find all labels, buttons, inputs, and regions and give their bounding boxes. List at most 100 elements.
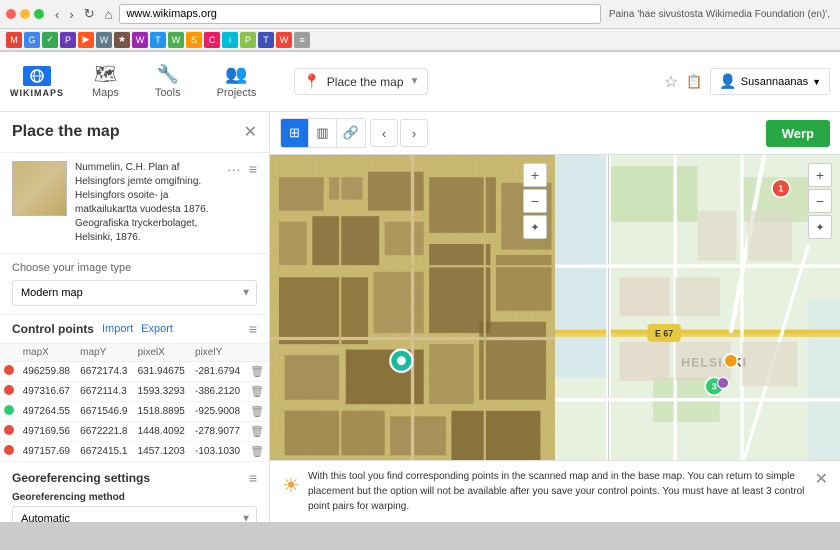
cp-mapx: 497157.69	[19, 442, 76, 462]
home-button[interactable]: ⌂	[102, 6, 116, 23]
projects-icon: 👥	[225, 64, 247, 85]
maximize-traffic-light[interactable]	[34, 9, 44, 19]
cp-mapx: 496259.88	[19, 362, 76, 382]
header-center: 📍 Place the map ▼	[284, 68, 643, 95]
back-button[interactable]: ‹	[52, 6, 62, 23]
cp-pixely: -278.9077	[191, 422, 246, 442]
export-link[interactable]: Export	[141, 323, 173, 335]
image-type-label: Choose your image type	[12, 262, 257, 274]
place-map-breadcrumb[interactable]: 📍 Place the map ▼	[294, 68, 428, 95]
bookmark-button[interactable]: ☆	[664, 72, 678, 92]
cp-delete-cell: 🗑	[246, 382, 269, 402]
cp-mapy: 6672114.3	[76, 382, 133, 402]
table-row: 497157.69 6672415.1 1457.1203 -103.1030 …	[0, 442, 269, 462]
link-view-button[interactable]: 🔗	[337, 119, 365, 147]
close-traffic-light[interactable]	[6, 9, 16, 19]
ext-3[interactable]: P	[60, 32, 76, 48]
browser-toolbar: ‹ › ↻ ⌂ Paina 'hae sivustosta Wikimedia …	[0, 0, 840, 29]
import-link[interactable]: Import	[102, 323, 133, 335]
nav-projects[interactable]: 👥 Projects	[209, 60, 265, 103]
map-list-button[interactable]: ≡	[249, 161, 257, 177]
delete-cp-button[interactable]: 🗑	[250, 385, 264, 398]
ext-6[interactable]: ★	[114, 32, 130, 48]
cp-color-dot	[0, 402, 19, 422]
maps-icon: 🗺	[94, 64, 117, 85]
map-thumbnail	[12, 161, 67, 216]
svg-text:E 67: E 67	[655, 328, 673, 338]
col-header-pixely: pixelY	[191, 344, 246, 362]
base-fullscreen[interactable]: ✦	[808, 215, 832, 239]
cp-color-dot	[0, 442, 19, 462]
cp-pixely: -103.1030	[191, 442, 246, 462]
ext-12[interactable]: i	[222, 32, 238, 48]
info-close-button[interactable]: ✕	[815, 469, 828, 489]
ext-10[interactable]: S	[186, 32, 202, 48]
ext-9[interactable]: W	[168, 32, 184, 48]
forward-button[interactable]: ›	[66, 6, 76, 23]
cp-delete-cell: 🗑	[246, 422, 269, 442]
georef-section: Georeferencing settings ≡ Georeferencing…	[0, 462, 269, 522]
info-banner-text: With this tool you find corresponding po…	[308, 469, 807, 514]
nav-prev-button[interactable]: ‹	[370, 119, 398, 147]
svg-text:1: 1	[778, 184, 783, 194]
reload-button[interactable]: ↻	[81, 5, 98, 23]
georef-title: Georeferencing settings	[12, 471, 150, 485]
historic-zoom-in[interactable]: +	[523, 163, 547, 187]
historic-zoom-out[interactable]: −	[523, 189, 547, 213]
cp-pixely: -281.6794	[191, 362, 246, 382]
cp-delete-cell: 🗑	[246, 442, 269, 462]
base-zoom-in[interactable]: +	[808, 163, 832, 187]
georef-method-select[interactable]: Automatic	[12, 506, 257, 522]
image-type-select-wrapper: Modern map ▼	[12, 280, 257, 306]
ext-16[interactable]: ≡	[294, 32, 310, 48]
ext-gmail[interactable]: M	[6, 32, 22, 48]
cp-mapx: 497316.67	[19, 382, 76, 402]
sidebar-header: Place the map ✕	[0, 112, 269, 153]
user-chevron-icon: ▼	[812, 77, 821, 87]
image-type-select[interactable]: Modern map	[12, 280, 257, 306]
delete-cp-button[interactable]: 🗑	[250, 425, 264, 438]
ext-14[interactable]: T	[258, 32, 274, 48]
split-view-button[interactable]: ▥	[309, 119, 337, 147]
nav-tools[interactable]: 🔧 Tools	[147, 60, 189, 103]
minimize-traffic-light[interactable]	[20, 9, 30, 19]
ext-4[interactable]: ▶	[78, 32, 94, 48]
cp-delete-cell: 🗑	[246, 402, 269, 422]
grid-view-button[interactable]: ⊞	[281, 119, 309, 147]
nav-maps-label: Maps	[92, 87, 119, 99]
sidebar: Place the map ✕ Nummelin, C.H. Plan af H…	[0, 112, 270, 522]
url-bar[interactable]	[119, 4, 600, 24]
cp-mapy: 6671546.9	[76, 402, 133, 422]
table-row: 497264.55 6671546.9 1518.8895 -925.9008 …	[0, 402, 269, 422]
delete-cp-button[interactable]: 🗑	[250, 365, 264, 378]
nav-maps[interactable]: 🗺 Maps	[84, 60, 127, 103]
copy-button[interactable]: 📋	[686, 74, 702, 90]
ext-1[interactable]: G	[24, 32, 40, 48]
map-info-text: Nummelin, C.H. Plan af Helsingfors jemte…	[75, 161, 219, 245]
logo-text: WIKIMAPS	[10, 88, 64, 98]
close-sidebar-button[interactable]: ✕	[244, 122, 257, 142]
ext-11[interactable]: C	[204, 32, 220, 48]
delete-cp-button[interactable]: 🗑	[250, 405, 264, 418]
georef-menu-button[interactable]: ≡	[249, 470, 257, 486]
delete-cp-button[interactable]: 🗑	[250, 445, 264, 458]
ext-15[interactable]: W	[276, 32, 292, 48]
nav-next-button[interactable]: ›	[400, 119, 428, 147]
map-menu-button[interactable]: ···	[227, 161, 241, 177]
warp-button[interactable]: Werp	[766, 120, 830, 147]
user-menu[interactable]: 👤 Susannaanas ▼	[710, 68, 830, 95]
ext-7[interactable]: W	[132, 32, 148, 48]
sidebar-title: Place the map	[12, 123, 120, 141]
ext-2[interactable]: ✓	[42, 32, 58, 48]
historic-fullscreen[interactable]: ✦	[523, 215, 547, 239]
ext-13[interactable]: P	[240, 32, 256, 48]
ext-5[interactable]: W	[96, 32, 112, 48]
col-header-pixelx: pixelX	[134, 344, 191, 362]
table-row: 497169.56 6672221.8 1448.4092 -278.9077 …	[0, 422, 269, 442]
base-zoom-controls: + − ✦	[808, 163, 832, 239]
base-zoom-out[interactable]: −	[808, 189, 832, 213]
nav-tools-label: Tools	[155, 87, 181, 99]
header-right: ☆ 📋 👤 Susannaanas ▼	[664, 68, 830, 95]
control-points-menu-button[interactable]: ≡	[249, 321, 257, 337]
ext-8[interactable]: T	[150, 32, 166, 48]
